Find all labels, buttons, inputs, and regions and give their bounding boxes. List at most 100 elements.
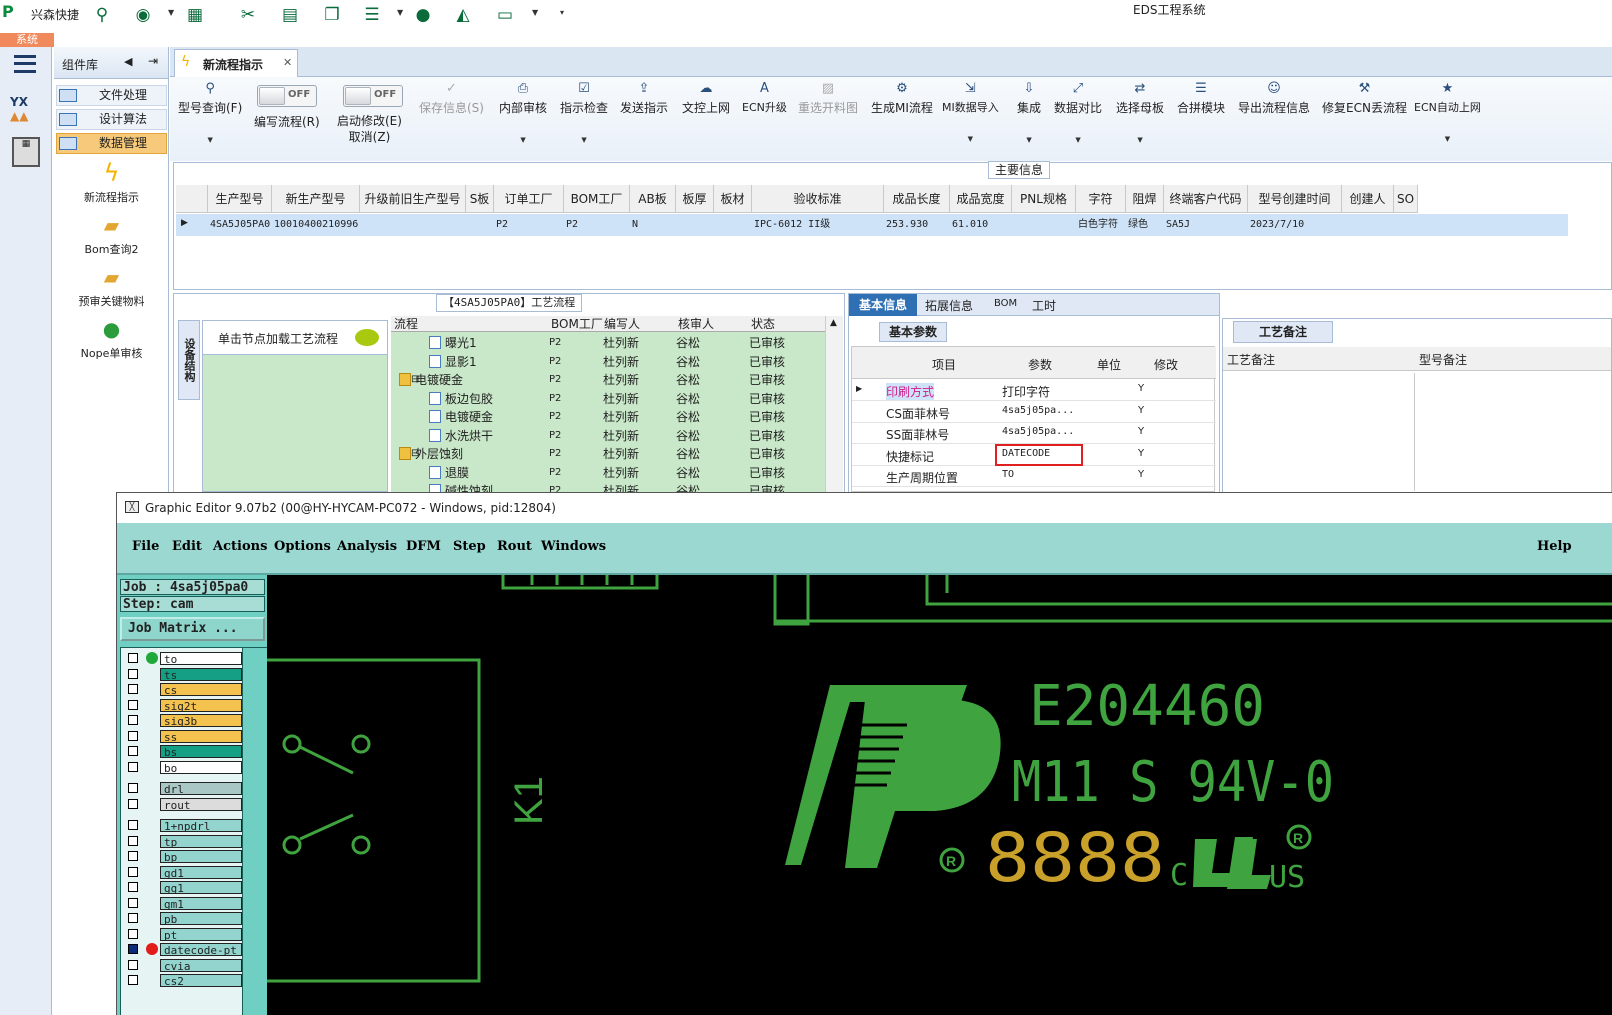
layer-row[interactable]: cs [126,683,242,697]
layer-row[interactable]: rout [126,797,242,812]
pin-icon[interactable]: ⇥ [148,54,158,68]
layer-checkbox[interactable] [128,653,138,663]
column-header[interactable]: 板厚 [676,185,714,213]
layer-checkbox[interactable] [128,715,138,725]
layer-checkbox[interactable] [128,975,138,985]
menu-step[interactable]: Step [453,539,486,554]
close-icon[interactable]: ✕ [283,56,292,69]
menu-actions[interactable]: Actions [213,539,267,554]
layer-row[interactable]: gm1 [126,896,242,911]
layer-name[interactable]: cs2 [160,974,242,987]
ecn-auto-online-button[interactable]: ★ ECN自动上网 ▼ [1414,81,1481,143]
layer-row[interactable]: drl [126,782,242,796]
layer-row[interactable]: cs2 [126,974,242,988]
column-header[interactable]: SO [1394,185,1418,213]
layer-checkbox[interactable] [128,944,138,954]
new-process-item[interactable]: ϟ 新流程指示 [54,159,169,205]
column-header[interactable]: 订单工厂 [494,185,564,213]
cell-mod[interactable]: Y [1138,405,1144,416]
user-icon[interactable]: ● [411,4,435,26]
table-icon[interactable]: ▦ [183,4,207,26]
layer-name[interactable]: 1+npdrl [160,819,242,832]
table-cell[interactable]: 2023/7/10 [1250,214,1342,236]
layer-row[interactable]: ss [126,729,242,744]
tree-row[interactable]: 曝光1 P2 杜列新 谷松 已审核 [391,334,825,352]
generate-mi-button[interactable]: ⚙ 生成MI流程 [871,81,933,116]
cell-item[interactable]: 印刷方式 [886,383,935,400]
layer-row[interactable]: gd1 [126,865,242,880]
load-process-hint[interactable]: 单击节点加载工艺流程 [203,321,387,355]
layer-name[interactable]: cs [160,683,242,696]
column-header[interactable]: PNL规格 [1012,185,1076,213]
layer-checkbox[interactable] [128,761,138,772]
layer-name[interactable]: datecode-pt [160,943,242,956]
cell-mod[interactable]: Y [1138,448,1144,459]
save-info-button[interactable]: ✓ 保存信息(S) [419,81,484,116]
sidebar-item-algorithm[interactable]: 设计算法 [56,109,167,130]
layer-name[interactable]: bo [160,760,242,774]
tree-row[interactable]: 显影1 P2 杜列新 谷松 已审核 [391,353,825,371]
ecn-upgrade-button[interactable]: A ECN升级 [742,81,787,115]
start-modify-toggle[interactable]: OFF [343,85,403,107]
tab-new-process[interactable]: ϟ 新流程指示 ✕ [174,49,298,77]
repair-ecn-button[interactable]: ⚒ 修复ECN丢流程 [1322,81,1407,116]
layer-checkbox[interactable] [128,866,138,877]
nope-review-item[interactable]: ● Nope单审核 [54,317,169,361]
layer-name[interactable]: bs [160,745,242,758]
job-matrix-button[interactable]: Job Matrix ... [120,617,265,641]
layer-name[interactable]: gm1 [160,896,242,910]
table-cell[interactable]: P2 [566,214,630,236]
layer-row[interactable]: bo [126,760,242,775]
monitor-icon[interactable]: ▭ [493,4,517,26]
table-row[interactable]: SS面菲林号 4sa5j05pa... Y [852,423,1216,444]
process-remark-textarea[interactable] [1225,373,1415,491]
doc-control-online-button[interactable]: ☁ 文控上网 [682,81,730,116]
layer-checkbox[interactable] [128,730,138,741]
layer-name[interactable]: bp [160,850,242,863]
tree-row[interactable]: 退膜 P2 杜列新 谷松 已审核 [391,464,825,482]
tree-scrollbar[interactable]: ▲ [825,316,843,493]
table-cell[interactable]: N [632,214,676,236]
tab-basic-info[interactable]: 基本信息 [849,294,917,316]
table-cell[interactable] [1014,214,1076,236]
mi-import-button[interactable]: ⇲ MI数据导入 ▼ [942,81,999,143]
table-cell[interactable] [468,214,494,236]
lifebuoy-icon[interactable]: ◉ [131,4,155,26]
list-icon[interactable]: ☰ [360,4,384,26]
table-cell[interactable]: 绿色 [1128,214,1164,236]
table-cell[interactable]: 253.930 [886,214,950,236]
layer-name[interactable]: rout [160,797,242,811]
internal-review-button[interactable]: ⎙ 内部审核 ▼ [499,81,547,144]
layer-row[interactable]: sig2t [126,698,242,713]
table-cell[interactable] [678,214,714,236]
table-cell[interactable]: 61.010 [952,214,1012,236]
layer-row[interactable]: ts [126,667,242,682]
layer-checkbox[interactable] [128,820,138,830]
menu-file[interactable]: File [132,539,159,554]
column-header[interactable]: 升级前旧生产型号 [360,185,466,213]
layer-checkbox[interactable] [128,798,138,809]
merge-module-button[interactable]: ☰ 合拼模块 [1177,81,1225,116]
table-cell[interactable] [1344,214,1394,236]
cell-mod[interactable]: Y [1138,469,1144,480]
cell-mod[interactable]: Y [1138,426,1144,437]
layer-name[interactable]: to [160,652,242,665]
tree-row[interactable]: 电镀硬金 P2 杜列新 谷松 已审核 [391,408,825,426]
layer-checkbox[interactable] [128,668,138,679]
tab-work-hours[interactable]: 工时 [1032,297,1056,314]
chevron-down-icon[interactable]: ▼ [532,8,538,17]
layer-row[interactable]: 1+npdrl [126,819,242,833]
table-cell[interactable]: SA5J [1166,214,1248,236]
table-row[interactable]: 生产周期位置 TO Y [852,466,1216,487]
system-tab[interactable]: 系统 [0,33,54,47]
select-mother-board-button[interactable]: ⇄ 选择母板 ▼ [1116,81,1164,144]
layer-name[interactable]: ss [160,729,242,743]
menu-options[interactable]: Options [274,539,331,554]
layer-name[interactable]: ts [160,667,242,681]
menu-icon[interactable] [14,55,36,73]
column-header[interactable]: BOM工厂 [564,185,630,213]
table-cell[interactable]: 10010400210996 [274,214,360,236]
layer-row[interactable]: datecode-pt [126,943,242,957]
table-cell[interactable]: IPC-6012 II级 [754,214,884,236]
table-cell[interactable]: 白色字符 [1078,214,1126,236]
